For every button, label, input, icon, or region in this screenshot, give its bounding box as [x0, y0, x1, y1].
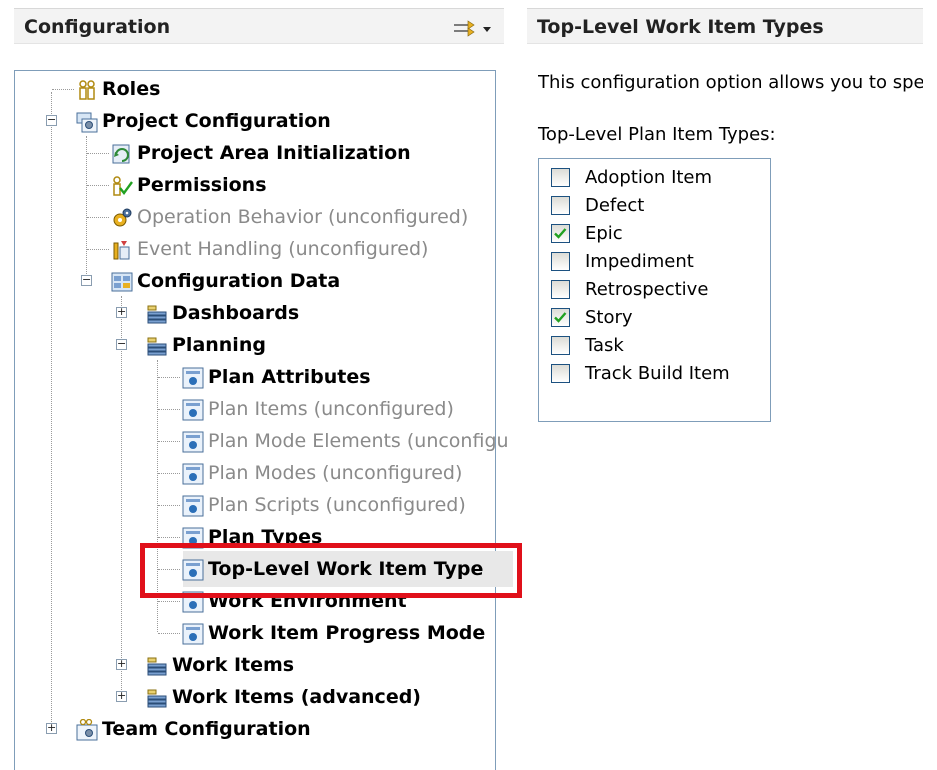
tree-line [51, 92, 52, 728]
plan-item-icon [182, 367, 204, 389]
tree-item-label: Permissions [137, 174, 267, 196]
expand-team-configuration[interactable]: + [46, 722, 57, 734]
tree-line [86, 136, 87, 280]
plan-item-icon [182, 463, 204, 485]
collapse-project-configuration[interactable]: − [46, 114, 57, 126]
tree-line [121, 296, 122, 696]
plan-item-icon [182, 431, 204, 453]
expand-work-items[interactable]: + [116, 658, 127, 670]
configuration-panel-title: Configuration [24, 16, 171, 38]
tree-line [158, 473, 180, 474]
checkbox[interactable] [551, 336, 570, 355]
tree-line [158, 505, 180, 506]
tree-line [158, 601, 180, 602]
tree-item-label: Operation Behavior (unconfigured) [137, 206, 469, 228]
tree-item-label: Project Configuration [102, 110, 331, 132]
checkbox-label: Defect [585, 195, 645, 216]
tree-item-label: Event Handling (unconfigured) [137, 238, 429, 260]
expand-dashboards[interactable]: + [116, 306, 127, 318]
checkbox-label: Impediment [585, 251, 694, 272]
collapse-planning[interactable]: − [116, 338, 127, 350]
tree-item-label: Roles [102, 78, 161, 100]
tree-item-label: Plan Attributes [208, 366, 371, 388]
tree-line [158, 377, 180, 378]
folder-list-icon [147, 337, 167, 356]
folder-list-icon [147, 689, 167, 708]
tree-item-label: Team Configuration [102, 718, 311, 740]
tree-line [87, 217, 109, 218]
tree-line [52, 89, 74, 90]
tree-item-label: Plan Mode Elements (unconfigu [208, 430, 509, 452]
checkbox-label: Track Build Item [585, 363, 730, 384]
detail-panel-title: Top-Level Work Item Types [537, 16, 824, 38]
checkbox-checked[interactable] [551, 308, 570, 327]
roles-icon [79, 80, 95, 100]
sync-arrows-icon [454, 20, 475, 37]
tree-item-label: Work Item Progress Mode [208, 622, 486, 644]
folder-list-icon [147, 305, 167, 324]
tree-line [158, 441, 180, 442]
tree-item-label: Project Area Initialization [137, 142, 411, 164]
plan-item-icon [182, 495, 204, 517]
collapse-configuration-data[interactable]: − [81, 274, 92, 286]
tree-line [87, 185, 109, 186]
tree-line [87, 249, 109, 250]
checkbox-label: Retrospective [585, 279, 709, 300]
permissions-icon [113, 176, 133, 196]
plan-item-types-label: Top-Level Plan Item Types: [538, 124, 776, 145]
event-icon [113, 241, 130, 260]
detail-description: This configuration option allows you to … [538, 72, 923, 93]
highlight-callout [140, 543, 522, 598]
plan-item-icon [182, 399, 204, 421]
checkbox[interactable] [551, 252, 570, 271]
configuration-panel-header: Configuration [14, 8, 504, 44]
tree-item-label: Planning [172, 334, 266, 356]
tree-item-label: Dashboards [172, 302, 300, 324]
checkmark-icon [554, 312, 567, 323]
initialization-icon [112, 144, 130, 164]
checkbox[interactable] [551, 196, 570, 215]
checkbox-label: Epic [585, 223, 623, 244]
tree-item-label: Plan Items (unconfigured) [208, 398, 454, 420]
plan-item-types-list[interactable]: Adoption Item Defect Epic Impediment Ret… [538, 158, 771, 422]
tree-line [158, 633, 180, 634]
checkbox-label: Story [585, 307, 633, 328]
config-data-icon [111, 272, 133, 292]
tree-item-label: Work Items (advanced) [172, 686, 421, 708]
plan-item-icon [182, 623, 204, 645]
checkbox-label: Task [585, 335, 624, 356]
tree-item-label: Work Items [172, 654, 295, 676]
checkbox-checked[interactable] [551, 224, 570, 243]
checkbox[interactable] [551, 364, 570, 383]
checkbox[interactable] [551, 280, 570, 299]
detail-panel-header: Top-Level Work Item Types [527, 8, 923, 44]
tree-item-label: Plan Scripts (unconfigured) [208, 494, 466, 516]
project-config-icon [76, 112, 98, 133]
tree-line [158, 537, 180, 538]
tree-line [87, 153, 109, 154]
checkmark-icon [554, 228, 567, 239]
view-menu-button[interactable] [452, 18, 492, 38]
checkbox-label: Adoption Item [585, 167, 713, 188]
tree-line [158, 409, 180, 410]
tree-item-label: Configuration Data [137, 270, 341, 292]
chevron-down-icon [483, 27, 491, 32]
folder-list-icon [147, 657, 167, 676]
expand-work-items-advanced[interactable]: + [116, 690, 127, 702]
team-config-icon [76, 719, 98, 741]
checkbox[interactable] [551, 168, 570, 187]
gear-icon [113, 208, 132, 227]
tree-item-label: Plan Modes (unconfigured) [208, 462, 463, 484]
